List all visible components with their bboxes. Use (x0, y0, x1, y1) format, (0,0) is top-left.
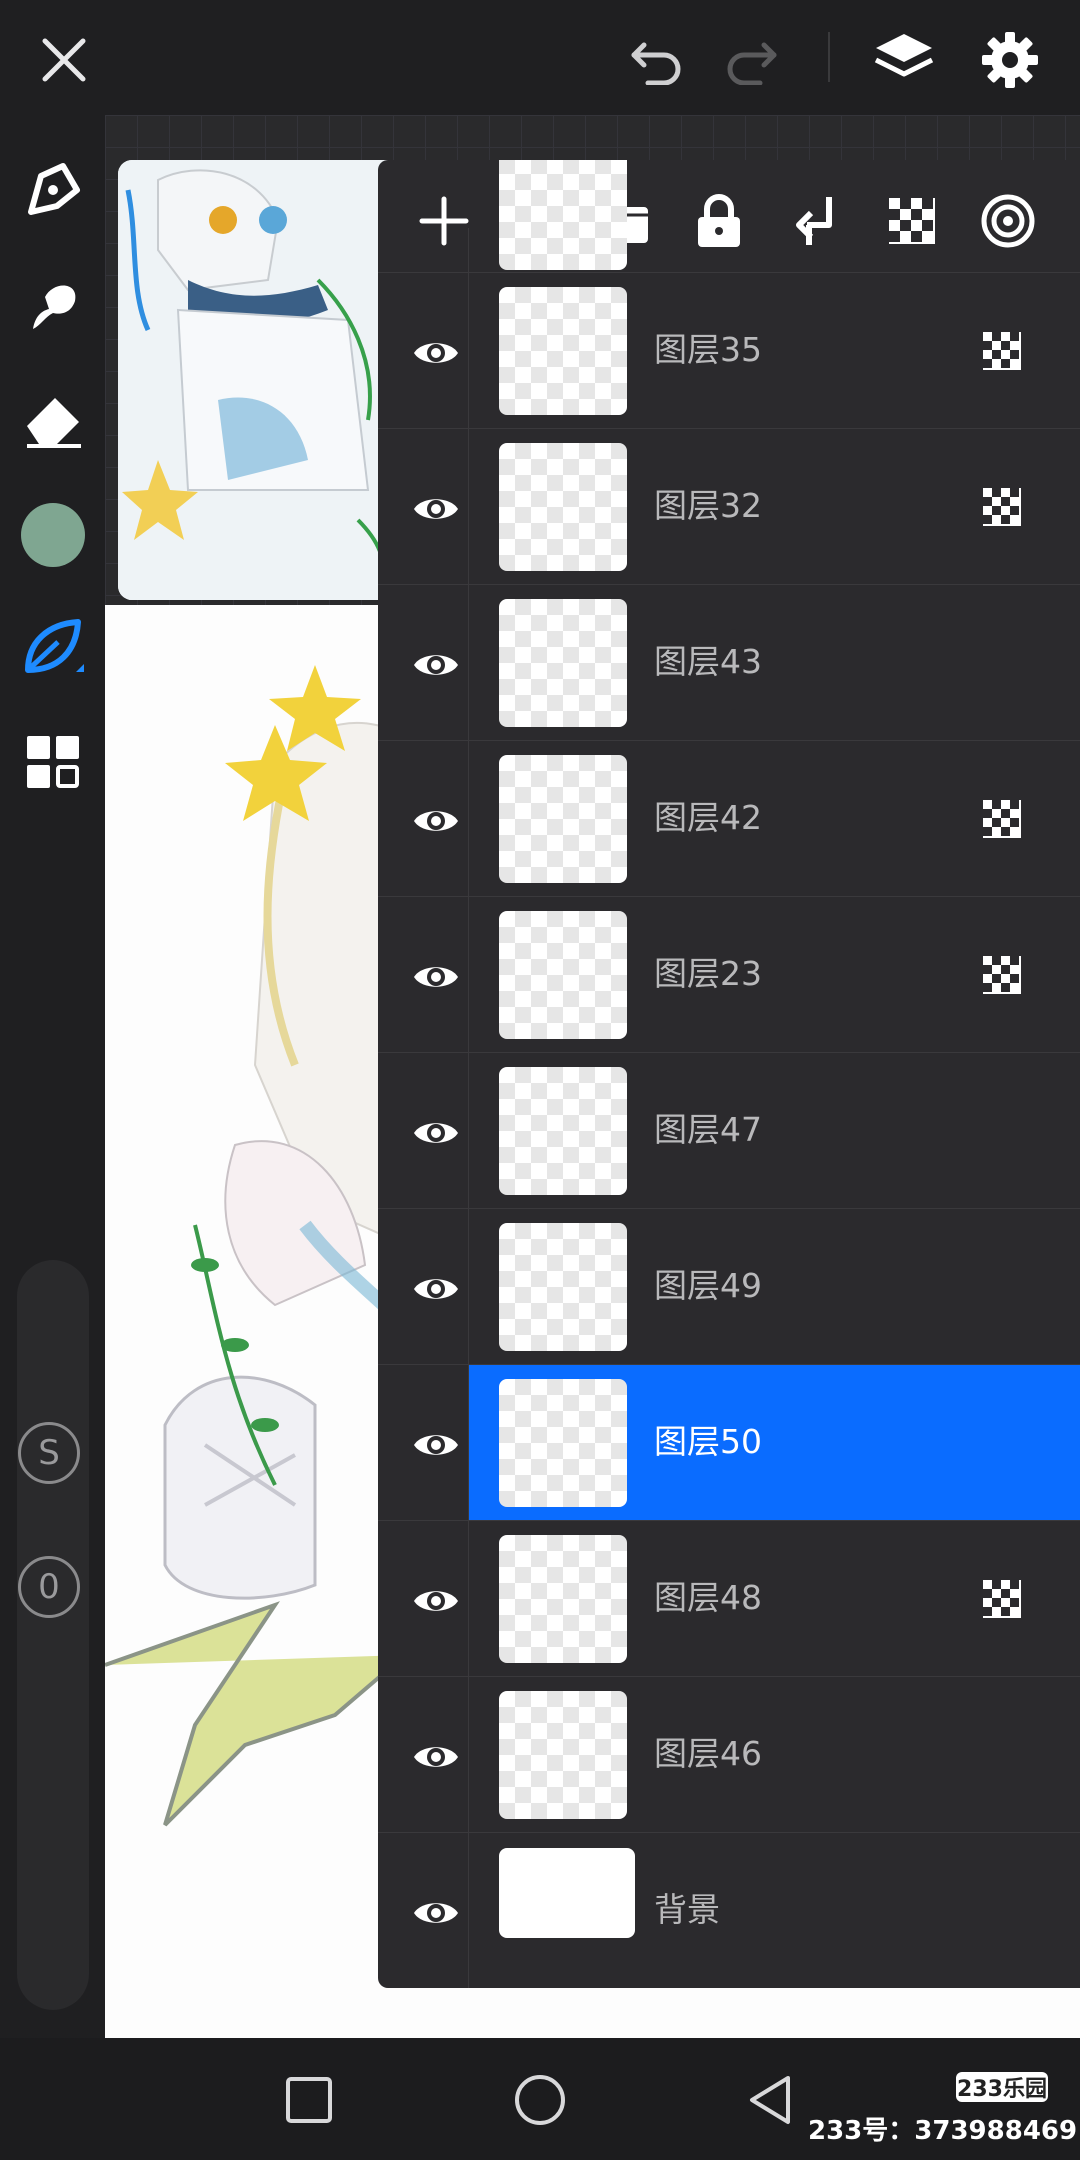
layer-row[interactable]: 图层46 (378, 1676, 1080, 1833)
layer-thumbnail (499, 1848, 635, 1938)
alpha-lock-icon[interactable] (982, 955, 1022, 995)
layer-name: 图层35 (654, 330, 762, 369)
top-bar (0, 0, 1080, 115)
layer-name: 背景 (654, 1890, 720, 1929)
layer-name: 图层50 (654, 1422, 762, 1461)
eye-icon[interactable] (396, 1405, 476, 1485)
eye-icon[interactable] (396, 937, 476, 1017)
alpha-lock-icon[interactable] (982, 799, 1022, 839)
redo-icon[interactable] (714, 22, 790, 98)
eye-icon[interactable] (396, 625, 476, 705)
eye-icon[interactable] (396, 1561, 476, 1641)
layer-thumbnail (499, 599, 627, 727)
home-icon[interactable] (508, 2068, 572, 2132)
layer-thumbnail (499, 1535, 627, 1663)
layer-name: 图层48 (654, 1578, 762, 1617)
layer-thumbnail (499, 1691, 627, 1819)
layer-thumbnail (499, 160, 627, 270)
layer-row[interactable]: 图层49 (378, 1208, 1080, 1365)
layer-name: 图层43 (654, 642, 762, 681)
layer-row[interactable]: 图层48 (378, 1520, 1080, 1677)
layer-name: 图层47 (654, 1110, 762, 1149)
eye-icon[interactable] (396, 1717, 476, 1797)
active-color-circle[interactable] (21, 503, 85, 567)
watermark-text: 233号：373988469 (808, 2116, 1078, 2146)
reference-image[interactable] (118, 160, 418, 600)
layer-name: 图层49 (654, 1266, 762, 1305)
left-toolbar: S 0 (0, 115, 105, 2038)
layer-thumbnail (499, 755, 627, 883)
layer-name: 图层46 (654, 1734, 762, 1773)
layer-row-background[interactable]: 背景 (378, 1832, 1080, 1988)
s-button[interactable]: S (18, 1422, 80, 1484)
eraser-icon[interactable] (18, 385, 88, 455)
opacity-button[interactable]: 0 (18, 1556, 80, 1618)
gear-icon[interactable] (972, 22, 1048, 98)
color-swatch[interactable] (18, 500, 88, 570)
eye-icon[interactable] (396, 1093, 476, 1173)
layer-name: 图层42 (654, 798, 762, 837)
layer-thumbnail (499, 1223, 627, 1351)
smudge-icon[interactable] (18, 270, 88, 340)
alpha-lock-icon[interactable] (982, 1579, 1022, 1619)
recent-apps-icon[interactable] (277, 2068, 341, 2132)
eye-icon[interactable] (396, 1873, 476, 1953)
layer-row[interactable]: 图层43 (378, 584, 1080, 741)
grid-menu-icon[interactable] (18, 727, 88, 797)
pen-icon[interactable] (18, 155, 88, 225)
layer-thumbnail (499, 1067, 627, 1195)
layer-row[interactable]: 图层23 (378, 896, 1080, 1053)
eye-icon[interactable] (396, 781, 476, 861)
brush-size-slider[interactable] (17, 1260, 89, 2010)
back-icon[interactable] (738, 2068, 802, 2132)
layer-name: 图层32 (654, 486, 762, 525)
layers-panel: 图层35 图层32 图层43 图层42 图层23 图层47 图层49 图层50 图层48 图层46… (378, 160, 1080, 1988)
layer-thumbnail (499, 1379, 627, 1507)
watermark-badge: 233乐园 (956, 2072, 1048, 2102)
layer-thumbnail (499, 443, 627, 571)
leaf-brush-icon[interactable] (18, 612, 88, 682)
eye-icon[interactable] (396, 313, 476, 393)
eye-icon[interactable] (396, 1249, 476, 1329)
layer-row[interactable]: 图层35 (378, 272, 1080, 429)
layer-row-partial[interactable] (378, 160, 1080, 272)
layers-icon[interactable] (866, 22, 942, 98)
alpha-lock-icon[interactable] (982, 487, 1022, 527)
undo-icon[interactable] (618, 22, 694, 98)
layer-thumbnail (499, 911, 627, 1039)
layer-thumbnail (499, 287, 627, 415)
layer-row[interactable]: 图层32 (378, 428, 1080, 585)
layer-row[interactable]: 图层50 (378, 1364, 1080, 1521)
layer-row[interactable]: 图层42 (378, 740, 1080, 897)
eye-icon[interactable] (396, 469, 476, 549)
layer-row[interactable]: 图层47 (378, 1052, 1080, 1209)
layer-name: 图层23 (654, 954, 762, 993)
close-icon[interactable] (26, 22, 102, 98)
alpha-lock-icon[interactable] (982, 331, 1022, 371)
toolbar-divider (828, 32, 830, 82)
